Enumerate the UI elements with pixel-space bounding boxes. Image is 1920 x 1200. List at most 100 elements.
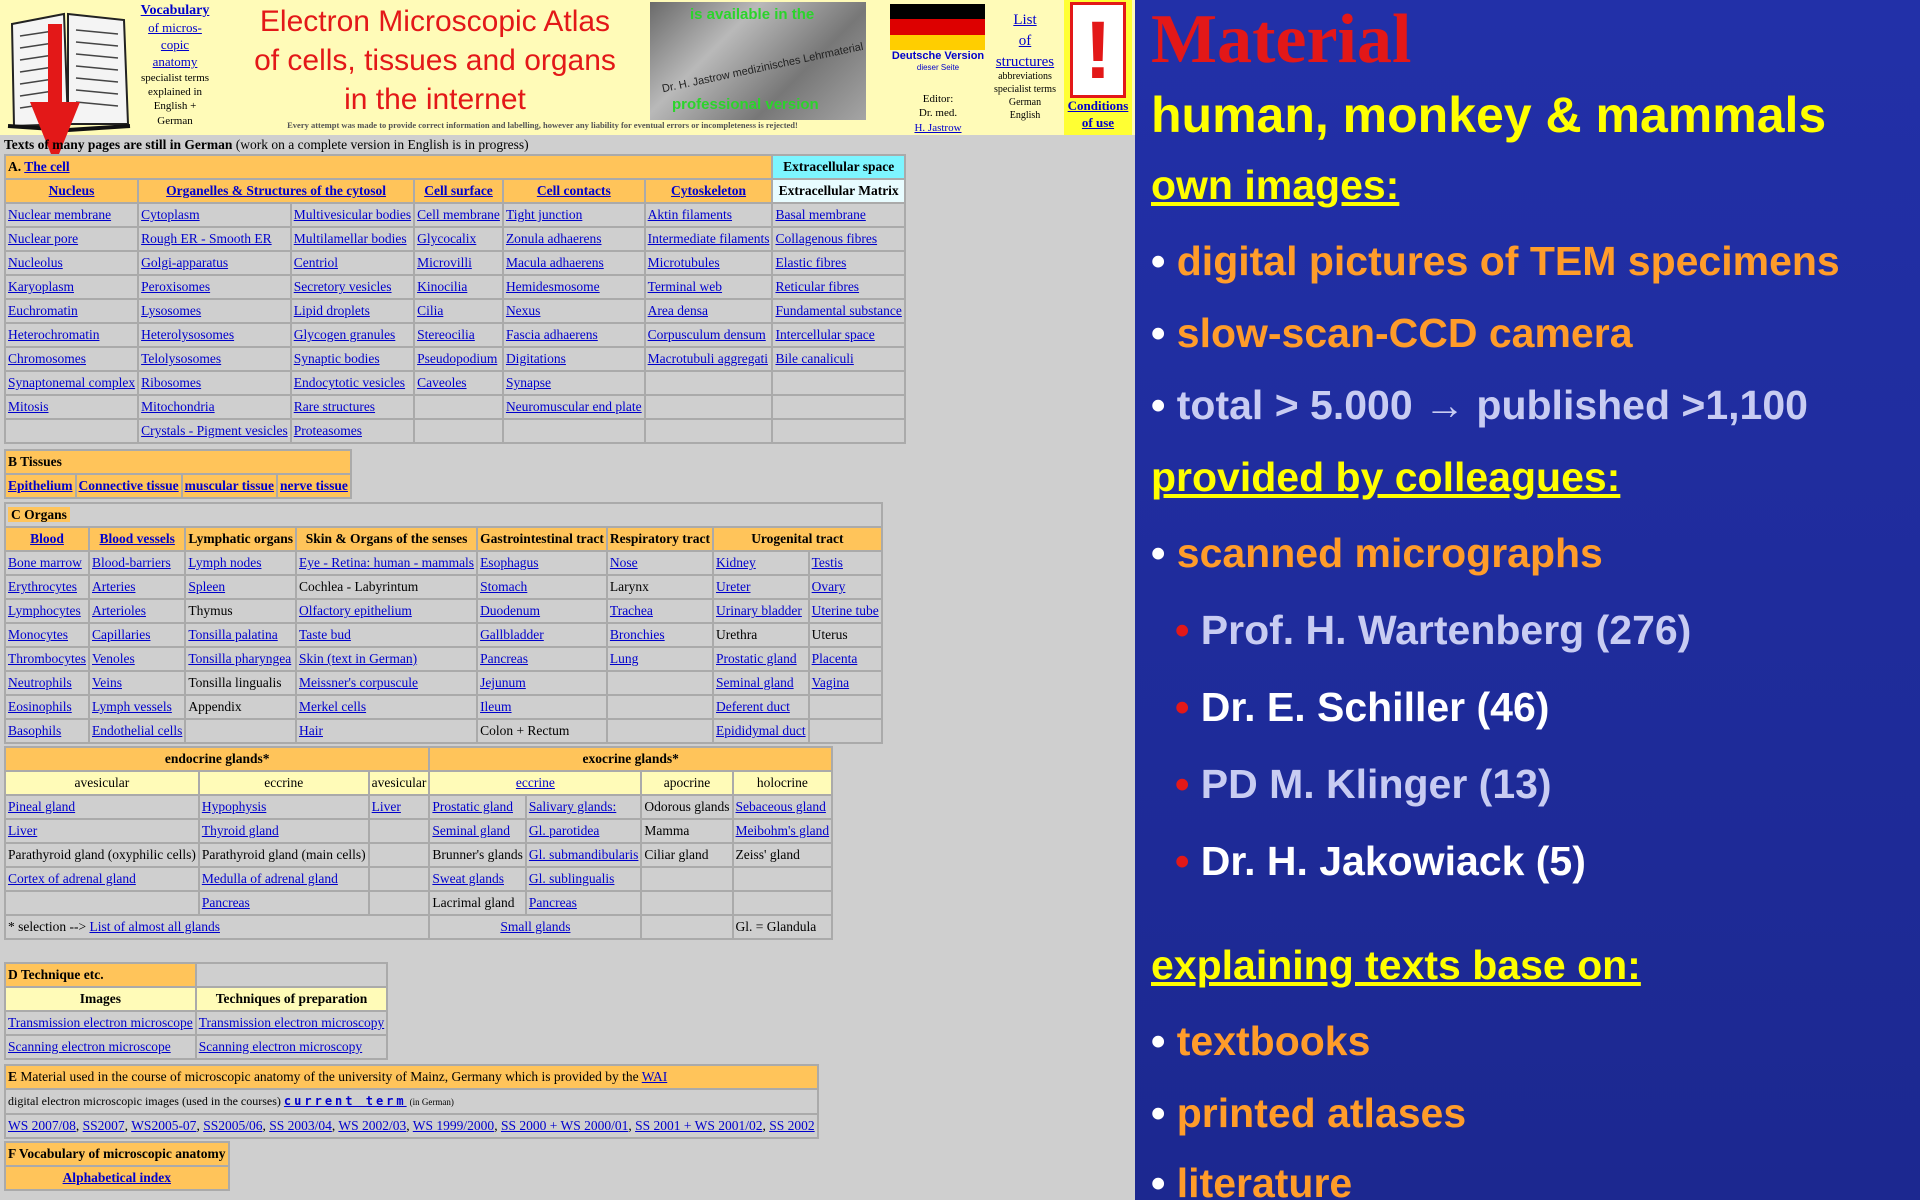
conditions-of-use-link[interactable]: ! Conditions of use: [1064, 0, 1132, 135]
table-cell-link[interactable]: Ovary: [812, 579, 846, 594]
table-cell-link[interactable]: Mitosis: [8, 399, 49, 414]
table-cell-link[interactable]: Gallbladder: [480, 627, 544, 642]
table-cell-link[interactable]: Gl. sublingualis: [529, 871, 615, 886]
table-cell-link[interactable]: Stereocilia: [417, 327, 475, 342]
table-cell-link[interactable]: Olfactory epithelium: [299, 603, 412, 618]
table-cell-link[interactable]: Lung: [610, 651, 639, 666]
table-cell-link[interactable]: Fundamental substance: [775, 303, 901, 318]
table-cell-link[interactable]: Medulla of adrenal gland: [202, 871, 338, 886]
table-cell-link[interactable]: Karyoplasm: [8, 279, 74, 294]
wai-link[interactable]: WAI: [642, 1069, 668, 1084]
term-link[interactable]: SS 2002: [769, 1118, 814, 1133]
table-cell-link[interactable]: Lymph nodes: [188, 555, 261, 570]
tissue-link[interactable]: Epithelium: [8, 478, 73, 493]
table-cell-link[interactable]: Prostatic gland: [716, 651, 797, 666]
table-cell-link[interactable]: Rough ER - Smooth ER: [141, 231, 272, 246]
table-cell-link[interactable]: Neuromuscular end plate: [506, 399, 642, 414]
table-cell-link[interactable]: Aktin filaments: [648, 207, 732, 222]
table-cell-link[interactable]: Jejunum: [480, 675, 526, 690]
term-link[interactable]: WS 2007/08: [8, 1118, 76, 1133]
column-heading-link[interactable]: Blood: [30, 531, 64, 546]
table-cell-link[interactable]: Deferent duct: [716, 699, 790, 714]
tissue-link[interactable]: Connective tissue: [79, 478, 179, 493]
column-heading-link[interactable]: Cytoskeleton: [671, 183, 746, 198]
table-cell-link[interactable]: Ribosomes: [141, 375, 201, 390]
table-cell-link[interactable]: Pancreas: [202, 895, 250, 910]
table-cell-link[interactable]: Nexus: [506, 303, 541, 318]
table-cell-link[interactable]: Seminal gland: [716, 675, 794, 690]
term-link[interactable]: WS 2002/03: [338, 1118, 406, 1133]
table-cell-link[interactable]: Synapse: [506, 375, 551, 390]
table-cell-link[interactable]: Macrotubuli aggregati: [648, 351, 768, 366]
table-cell-link[interactable]: Sweat glands: [432, 871, 504, 886]
table-cell-link[interactable]: Capillaries: [92, 627, 150, 642]
table-cell-link[interactable]: Nucleolus: [8, 255, 63, 270]
table-cell-link[interactable]: Proteasomes: [294, 423, 362, 438]
table-cell-link[interactable]: Intercellular space: [775, 327, 874, 342]
table-cell-link[interactable]: Kinocilia: [417, 279, 467, 294]
table-cell-link[interactable]: Lipid droplets: [294, 303, 370, 318]
table-cell-link[interactable]: Cilia: [417, 303, 443, 318]
table-cell-link[interactable]: Hemidesmosome: [506, 279, 600, 294]
table-cell-link[interactable]: Bronchies: [610, 627, 665, 642]
table-cell-link[interactable]: Bone marrow: [8, 555, 82, 570]
table-cell-link[interactable]: Bile canaliculi: [775, 351, 853, 366]
table-cell-link[interactable]: Zonula adhaerens: [506, 231, 602, 246]
table-cell-link[interactable]: Multilamellar bodies: [294, 231, 407, 246]
term-link[interactable]: SS 2001 + WS 2001/02: [635, 1118, 762, 1133]
table-cell-link[interactable]: Thrombocytes: [8, 651, 86, 666]
tissue-link[interactable]: muscular tissue: [185, 478, 274, 493]
table-cell-link[interactable]: Vagina: [812, 675, 850, 690]
table-cell-link[interactable]: Tonsilla palatina: [188, 627, 277, 642]
table-cell-link[interactable]: Eosinophils: [8, 699, 72, 714]
table-cell-link[interactable]: Cortex of adrenal gland: [8, 871, 136, 886]
table-cell-link[interactable]: Pseudopodium: [417, 351, 497, 366]
table-cell-link[interactable]: Intermediate filaments: [648, 231, 770, 246]
term-link[interactable]: SS2005/06: [203, 1118, 262, 1133]
table-cell-link[interactable]: Heterochromatin: [8, 327, 99, 342]
column-heading-link[interactable]: Cell contacts: [537, 183, 611, 198]
table-cell-link[interactable]: Area densa: [648, 303, 708, 318]
table-cell-link[interactable]: Gl. submandibularis: [529, 847, 639, 862]
table-cell-link[interactable]: Duodenum: [480, 603, 540, 618]
table-cell-link[interactable]: Basophils: [8, 723, 61, 738]
the-cell-link[interactable]: The cell: [24, 159, 69, 174]
column-heading-link[interactable]: Cell surface: [424, 183, 493, 198]
table-cell-link[interactable]: Stomach: [480, 579, 527, 594]
table-cell-link[interactable]: Urinary bladder: [716, 603, 802, 618]
table-cell-link[interactable]: Skin (text in German): [299, 651, 417, 666]
table-cell-link[interactable]: Eye - Retina: human - mammals: [299, 555, 474, 570]
column-heading-link[interactable]: Blood vessels: [99, 531, 174, 546]
table-cell-link[interactable]: Arterioles: [92, 603, 146, 618]
table-cell-link[interactable]: Telolysosomes: [141, 351, 221, 366]
table-cell-link[interactable]: Cell membrane: [417, 207, 500, 222]
table-cell-link[interactable]: Uterine tube: [812, 603, 879, 618]
table-cell-link[interactable]: Venoles: [92, 651, 135, 666]
german-version-link[interactable]: Deutsche Version dieser Seite: [878, 50, 998, 73]
table-cell-link[interactable]: Nuclear pore: [8, 231, 78, 246]
table-cell-link[interactable]: Nuclear membrane: [8, 207, 111, 222]
table-cell-link[interactable]: Meibohm's gland: [736, 823, 830, 838]
table-cell-link[interactable]: Microtubules: [648, 255, 720, 270]
table-cell-link[interactable]: Scanning electron microscopy: [199, 1039, 362, 1054]
table-cell-link[interactable]: Elastic fibres: [775, 255, 846, 270]
table-cell-link[interactable]: Terminal web: [648, 279, 722, 294]
table-cell-link[interactable]: Erythrocytes: [8, 579, 77, 594]
table-cell-link[interactable]: Chromosomes: [8, 351, 86, 366]
table-cell-link[interactable]: Lysosomes: [141, 303, 201, 318]
table-cell-link[interactable]: Collagenous fibres: [775, 231, 877, 246]
table-cell-link[interactable]: Pineal gland: [8, 799, 75, 814]
alphabetical-index-link[interactable]: Alphabetical index: [63, 1170, 171, 1185]
table-cell-link[interactable]: Blood-barriers: [92, 555, 171, 570]
table-cell-link[interactable]: Secretory vesicles: [294, 279, 392, 294]
table-cell-link[interactable]: Thyroid gland: [202, 823, 279, 838]
table-cell-link[interactable]: Golgi-apparatus: [141, 255, 228, 270]
german-flag-icon[interactable]: [890, 4, 985, 50]
column-heading-link[interactable]: Organelles & Structures of the cytosol: [166, 183, 386, 198]
all-glands-link[interactable]: List of almost all glands: [89, 919, 220, 934]
term-link[interactable]: WS2005-07: [131, 1118, 196, 1133]
table-cell-link[interactable]: Taste bud: [299, 627, 351, 642]
table-cell-link[interactable]: Meissner's corpuscule: [299, 675, 418, 690]
small-glands-link[interactable]: Small glands: [500, 919, 570, 934]
tissue-link[interactable]: nerve tissue: [280, 478, 348, 493]
